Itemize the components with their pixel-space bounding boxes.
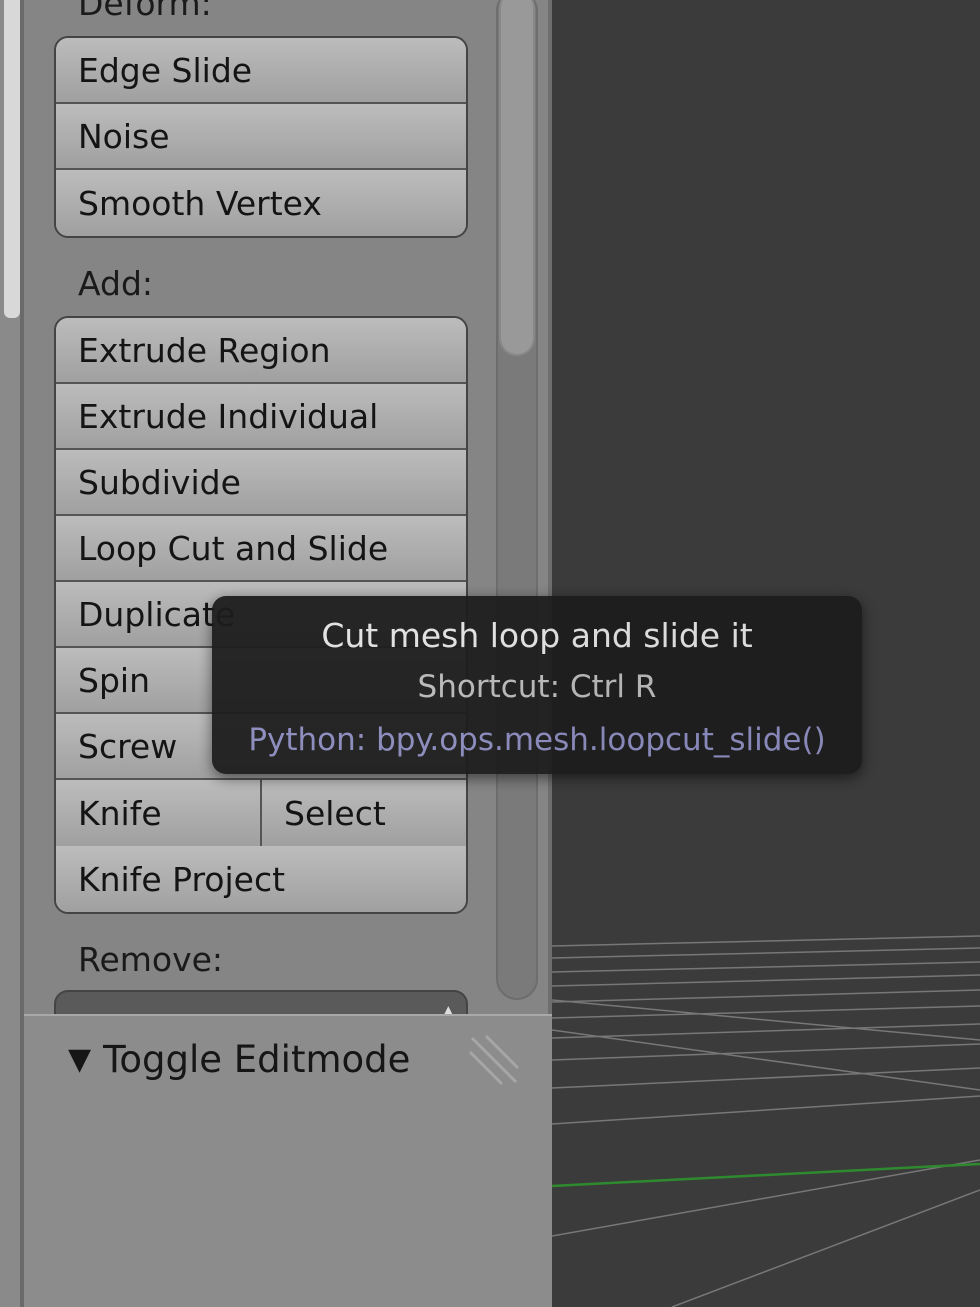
tooltip-python: Python: bpy.ops.mesh.loopcut_slide()	[248, 722, 826, 758]
toggle-editmode-title: Toggle Editmode	[103, 1038, 411, 1081]
extrude-individual-button[interactable]: Extrude Individual	[56, 384, 466, 450]
left-edge-strip	[0, 0, 24, 1307]
deform-label: Deform:	[78, 0, 212, 23]
add-label: Add:	[78, 264, 154, 303]
noise-button[interactable]: Noise	[56, 104, 466, 170]
edge-highlight	[4, 0, 20, 318]
loop-cut-and-slide-button[interactable]: Loop Cut and Slide	[56, 516, 466, 582]
toggle-editmode-header[interactable]: ▼ Toggle Editmode	[68, 1038, 410, 1081]
edge-slide-button[interactable]: Edge Slide	[56, 38, 466, 104]
knife-row: Knife Select	[56, 780, 466, 846]
tooltip-description: Cut mesh loop and slide it	[321, 616, 753, 655]
deform-button-group: Edge Slide Noise Smooth Vertex	[54, 36, 468, 238]
scrollbar-thumb[interactable]	[499, 0, 535, 356]
extrude-region-button[interactable]: Extrude Region	[56, 318, 466, 384]
x-axis-line	[552, 1162, 980, 1188]
remove-label: Remove:	[78, 940, 224, 979]
triangle-down-icon: ▼	[68, 1042, 92, 1077]
knife-button[interactable]: Knife	[56, 780, 260, 846]
resize-grip-icon[interactable]	[464, 1030, 524, 1090]
tooltip: Cut mesh loop and slide it Shortcut: Ctr…	[212, 596, 862, 774]
knife-select-button[interactable]: Select	[260, 780, 466, 846]
smooth-vertex-button[interactable]: Smooth Vertex	[56, 170, 466, 236]
toggle-editmode-panel: ▼ Toggle Editmode	[24, 1014, 552, 1307]
knife-project-button[interactable]: Knife Project	[56, 846, 466, 912]
subdivide-button[interactable]: Subdivide	[56, 450, 466, 516]
tooltip-shortcut: Shortcut: Ctrl R	[417, 669, 657, 705]
